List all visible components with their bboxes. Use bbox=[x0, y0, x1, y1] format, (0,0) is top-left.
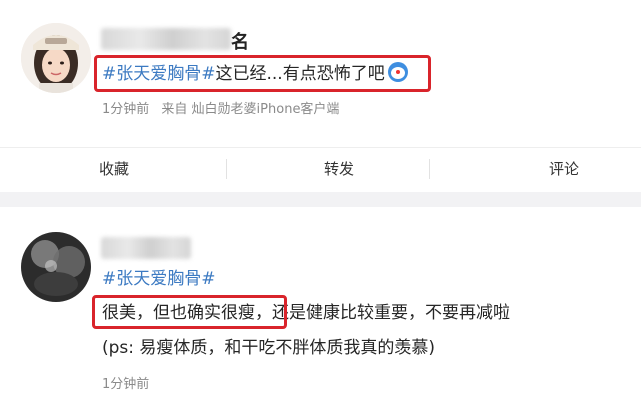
comment-button[interactable]: 评论 bbox=[504, 148, 624, 190]
comment-time[interactable]: 1分钟前 bbox=[102, 373, 149, 392]
favorite-button[interactable]: 收藏 bbox=[54, 148, 174, 190]
post-card: 名 #张天爱胸骨#这已经...有点恐怖了吧 1分钟前 来自 灿白勋老婆iPhon… bbox=[0, 0, 641, 192]
divider bbox=[429, 159, 430, 179]
repost-button[interactable]: 转发 bbox=[279, 148, 399, 190]
comment-ps-text: (ps: 易瘦体质，和干吃不胖体质我真的羡慕) bbox=[102, 338, 436, 358]
post-time[interactable]: 1分钟前 bbox=[102, 102, 149, 117]
post-source[interactable]: 来自 灿白勋老婆iPhone客户端 bbox=[161, 102, 339, 117]
highlight-box bbox=[94, 55, 431, 92]
author-avatar[interactable] bbox=[21, 23, 91, 93]
highlight-box bbox=[92, 295, 287, 329]
action-bar: 收藏 转发 评论 bbox=[0, 147, 641, 189]
comment-hashtag-link[interactable]: #张天爱胸骨# bbox=[102, 269, 216, 289]
comment-rest-text: 还是健康比较重要，不要再减啦 bbox=[272, 303, 510, 323]
commenter-name-blurred[interactable] bbox=[101, 237, 191, 259]
commenter-avatar[interactable] bbox=[21, 232, 91, 302]
post-meta: 1分钟前 来自 灿白勋老婆iPhone客户端 bbox=[102, 98, 339, 117]
comment-line-2: (ps: 易瘦体质，和干吃不胖体质我真的羡慕) bbox=[102, 337, 435, 359]
comment-hashtag: #张天爱胸骨# bbox=[102, 268, 216, 290]
author-name-blurred[interactable] bbox=[101, 28, 231, 50]
divider bbox=[226, 159, 227, 179]
author-name-suffix[interactable]: 名 bbox=[231, 28, 249, 54]
